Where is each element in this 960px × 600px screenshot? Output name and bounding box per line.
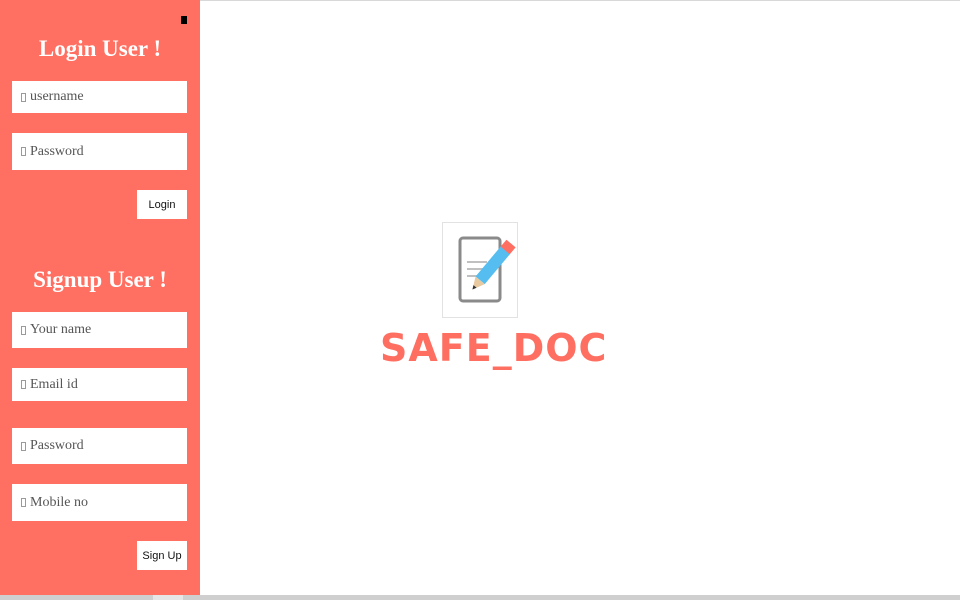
login-heading: Login User ! bbox=[38, 36, 162, 61]
signup-password-field[interactable]: Password bbox=[12, 428, 187, 464]
auth-sidebar: Login User ! username Password Login Sig… bbox=[0, 0, 200, 596]
phone-icon bbox=[21, 498, 26, 507]
user-icon bbox=[21, 325, 26, 335]
login-username-field[interactable]: username bbox=[12, 81, 187, 113]
document-pencil-graphic bbox=[458, 236, 516, 303]
signup-button[interactable]: Sign Up bbox=[137, 541, 187, 570]
lock-icon bbox=[21, 441, 26, 451]
signup-name-field[interactable]: Your name bbox=[12, 312, 187, 348]
login-password-placeholder: Password bbox=[30, 143, 84, 159]
signup-heading: Signup User ! bbox=[33, 267, 167, 292]
brand-title: SAFE_DOC bbox=[380, 326, 608, 370]
document-pencil-icon bbox=[442, 222, 518, 318]
login-username-placeholder: username bbox=[30, 89, 84, 104]
sidebar-corner-marker bbox=[181, 16, 187, 24]
horizontal-scrollbar-thumb[interactable] bbox=[183, 595, 960, 600]
user-icon bbox=[21, 92, 26, 102]
signup-email-field[interactable]: Email id bbox=[12, 368, 187, 401]
login-password-field[interactable]: Password bbox=[12, 133, 187, 170]
login-button[interactable]: Login bbox=[137, 190, 187, 219]
horizontal-scrollbar-segment-left[interactable] bbox=[0, 595, 153, 600]
signup-mobile-field[interactable]: Mobile no bbox=[12, 484, 187, 521]
signup-mobile-placeholder: Mobile no bbox=[30, 494, 88, 510]
signup-name-placeholder: Your name bbox=[30, 322, 92, 337]
envelope-icon bbox=[21, 380, 26, 389]
signup-password-placeholder: Password bbox=[30, 438, 84, 453]
lock-icon bbox=[21, 147, 26, 156]
signup-email-placeholder: Email id bbox=[30, 376, 78, 392]
